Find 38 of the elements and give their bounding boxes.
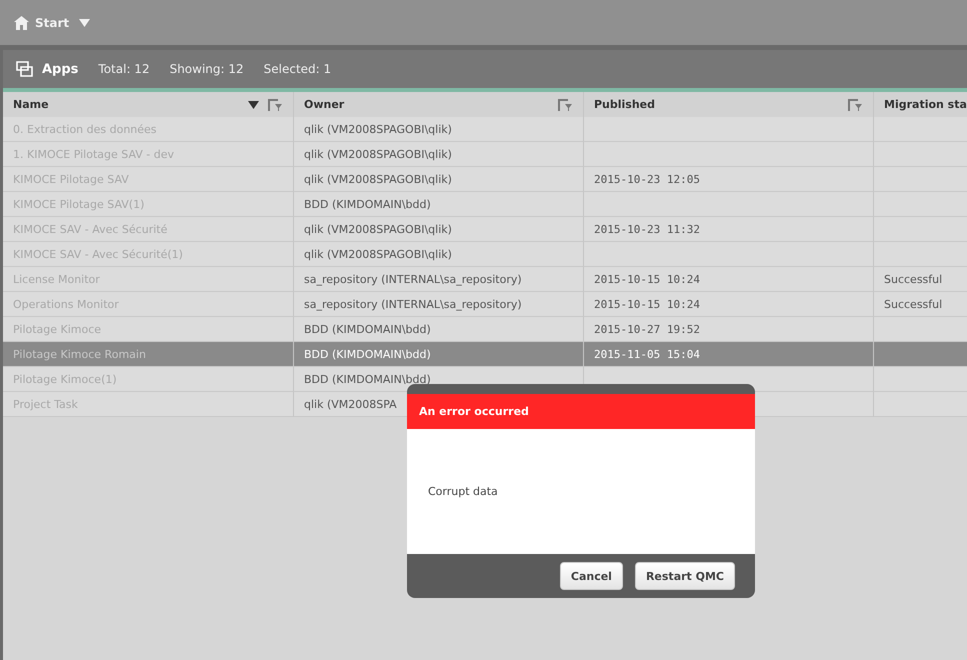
column-header[interactable]: Migration sta [873,92,967,117]
caret-icon[interactable] [248,100,259,108]
table-cell: qlik (VM2008SPAGOBI\qlik) [293,217,583,242]
table-cell: Successful [873,267,967,292]
dialog-title: An error occurred [407,394,755,429]
table-cell: 2015-11-05 15:04 [583,342,873,367]
home-icon [14,16,29,30]
table-cell: sa_repository (INTERNAL\sa_repository) [293,267,583,292]
column-header[interactable]: Name [3,92,293,117]
table-cell: BDD (KIMDOMAIN\bdd) [293,342,583,367]
apps-icon [16,61,34,77]
table-cell: Successful [873,292,967,317]
apps-label: Apps [42,62,78,76]
table-cell: 2015-10-27 19:52 [583,317,873,342]
table-cell: 2015-10-23 11:32 [583,217,873,242]
cancel-button[interactable]: Cancel [560,562,623,590]
table-cell: sa_repository (INTERNAL\sa_repository) [293,292,583,317]
table-cell: qlik (VM2008SPAGOBI\qlik) [293,167,583,192]
selected-count: Selected: 1 [264,62,332,76]
column-header[interactable]: Published [583,92,873,117]
column-header[interactable]: Owner [293,92,583,117]
filter-icon[interactable] [557,98,573,112]
table-cell: 2015-10-15 10:24 [583,267,873,292]
table-cell: BDD (KIMDOMAIN\bdd) [293,317,583,342]
filter-icon[interactable] [847,98,863,112]
table-cell: qlik (VM2008SPAGOBI\qlik) [293,242,583,267]
table-cell[interactable]: Pilotage Kimoce Romain [3,342,293,367]
table-cell: 2015-10-23 12:05 [583,167,873,192]
table-cell: BDD (KIMDOMAIN\bdd) [293,192,583,217]
home-button[interactable]: Start [14,16,70,30]
filter-icon[interactable] [267,98,283,112]
total-count: Total: 12 [98,62,150,76]
table-cell: qlik (VM2008SPAGOBI\qlik) [293,117,583,142]
error-message: Corrupt data [428,485,498,498]
showing-count: Showing: 12 [170,62,244,76]
restart-button[interactable]: Restart QMC [634,562,735,590]
table-cell: qlik (VM2008SPAGOBI\qlik) [293,142,583,167]
table-cell: 2015-10-15 10:24 [583,292,873,317]
